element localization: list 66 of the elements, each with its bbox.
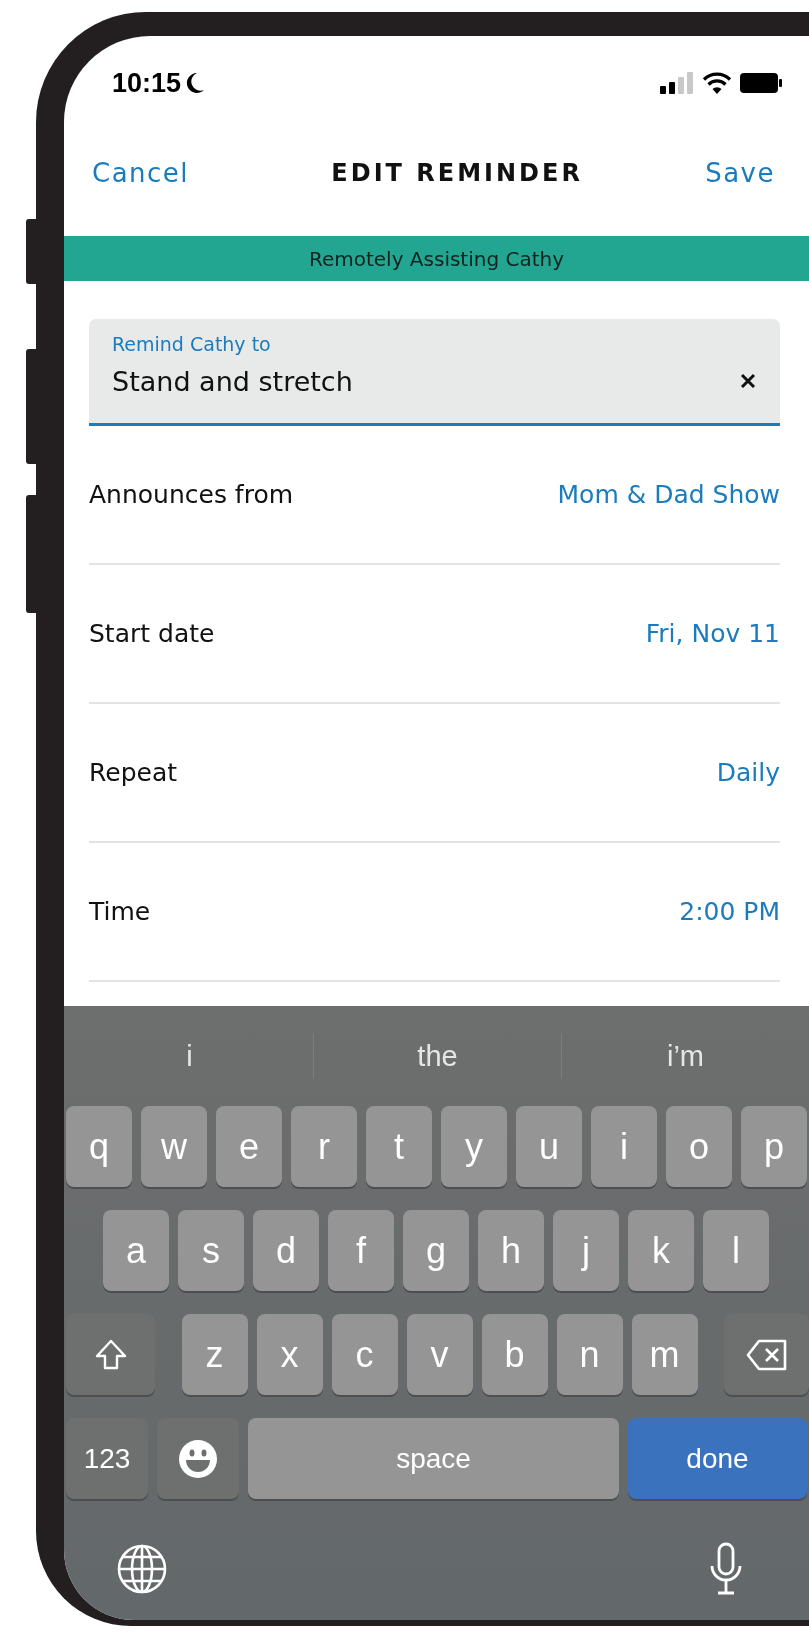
letter-key[interactable]: j — [553, 1210, 619, 1291]
letter-key[interactable]: v — [406, 1314, 473, 1395]
letter-key[interactable]: g — [403, 1210, 469, 1291]
assist-banner: Remotely Assisting Cathy — [64, 236, 809, 281]
letter-key[interactable]: y — [441, 1106, 507, 1187]
field-label: Remind Cathy to — [112, 333, 271, 355]
suggestion[interactable]: i — [66, 1032, 313, 1080]
letter-key[interactable]: u — [516, 1106, 582, 1187]
suggestion[interactable]: i’m — [562, 1032, 809, 1080]
letter-key[interactable]: r — [291, 1106, 357, 1187]
moon-icon — [185, 72, 206, 94]
letter-key[interactable]: a — [103, 1210, 169, 1291]
signal-icon — [660, 72, 694, 94]
setting-label: Time — [89, 897, 151, 926]
letter-key[interactable]: q — [66, 1106, 132, 1187]
setting-value: Mom & Dad Show — [557, 480, 780, 509]
cancel-button[interactable]: Cancel — [92, 158, 190, 188]
save-button[interactable]: Save — [705, 158, 775, 188]
globe-icon[interactable] — [116, 1543, 168, 1595]
letter-key[interactable]: n — [556, 1314, 623, 1395]
letter-key[interactable]: f — [328, 1210, 394, 1291]
reminder-field[interactable]: Remind Cathy to Stand and stretch — [89, 319, 780, 426]
letter-key[interactable]: x — [256, 1314, 323, 1395]
letter-key[interactable]: b — [481, 1314, 548, 1395]
setting-row[interactable]: Time 2:00 PM — [89, 843, 780, 982]
letter-key[interactable]: z — [181, 1314, 248, 1395]
setting-value: Fri, Nov 11 — [645, 619, 780, 648]
letter-key[interactable]: l — [703, 1210, 769, 1291]
setting-row[interactable]: Repeat Daily — [89, 704, 780, 843]
microphone-icon[interactable] — [709, 1542, 743, 1596]
backspace-key[interactable] — [724, 1314, 809, 1395]
letter-key[interactable]: e — [216, 1106, 282, 1187]
letter-key[interactable]: d — [253, 1210, 319, 1291]
wifi-icon — [702, 72, 732, 94]
done-key[interactable]: done — [628, 1418, 807, 1499]
setting-label: Repeat — [89, 758, 177, 787]
clear-button[interactable] — [738, 371, 758, 391]
screen-title: EDIT REMINDER — [331, 159, 583, 187]
numbers-key[interactable]: 123 — [66, 1418, 148, 1499]
backspace-icon — [745, 1338, 788, 1371]
setting-value: Daily — [716, 758, 780, 787]
text-input[interactable]: Stand and stretch — [112, 361, 738, 401]
setting-label: Start date — [89, 619, 215, 648]
setting-value: 2:00 PM — [679, 897, 780, 926]
close-icon — [740, 373, 756, 389]
setting-label: Announces from — [89, 480, 294, 509]
letter-key[interactable]: s — [178, 1210, 244, 1291]
status-time: 10:15 — [112, 67, 182, 99]
letter-key[interactable]: i — [591, 1106, 657, 1187]
letter-key[interactable]: p — [741, 1106, 807, 1187]
setting-row[interactable]: Start date Fri, Nov 11 — [89, 565, 780, 704]
letter-key[interactable]: h — [478, 1210, 544, 1291]
letter-key[interactable]: w — [141, 1106, 207, 1187]
smiley-icon — [178, 1438, 218, 1479]
shift-key[interactable] — [66, 1314, 155, 1395]
letter-key[interactable]: c — [331, 1314, 398, 1395]
battery-icon — [740, 73, 782, 93]
suggestion[interactable]: the — [314, 1032, 561, 1080]
emoji-key[interactable] — [157, 1418, 239, 1499]
space-key[interactable]: space — [248, 1418, 619, 1499]
up-arrow-icon — [93, 1337, 128, 1372]
letter-key[interactable]: k — [628, 1210, 694, 1291]
setting-row[interactable]: Announces from Mom & Dad Show — [89, 426, 780, 565]
letter-key[interactable]: m — [631, 1314, 698, 1395]
letter-key[interactable]: o — [666, 1106, 732, 1187]
letter-key[interactable]: t — [366, 1106, 432, 1187]
